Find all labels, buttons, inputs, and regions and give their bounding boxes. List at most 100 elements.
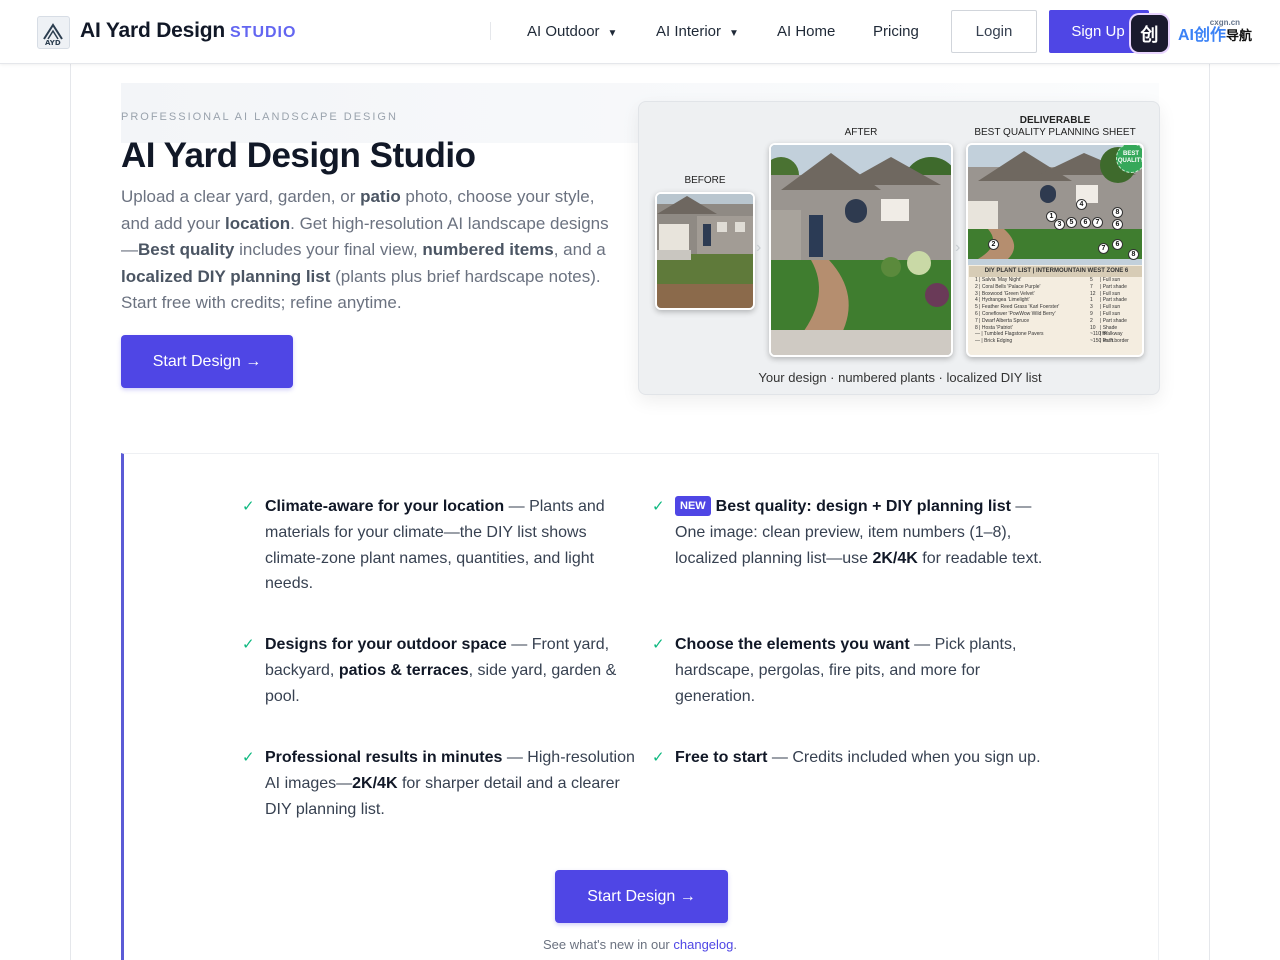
start-design-button-bottom[interactable]: Start Design → (555, 870, 728, 923)
deliverable-label: DELIVERABLE (1019, 115, 1091, 126)
body-text: , and a (553, 240, 606, 259)
plant-name: 3 | Boxwood 'Green Velvet' (975, 290, 1035, 297)
plant-name: 7 | Dwarf Alberta Spruce (975, 317, 1030, 324)
caret-down-icon: ▼ (607, 28, 618, 39)
changelog-suffix: . (733, 937, 737, 952)
changelog-link[interactable]: changelog (673, 937, 733, 952)
plant-name: 1 | Salvia 'May Night' (975, 277, 1022, 283)
plant-list-row: 5 | Feather Reed Grass 'Karl Foerster' 3 |… (969, 304, 1142, 311)
nav-divider (490, 22, 491, 40)
plant-light: | Full sun (1100, 304, 1121, 311)
numbered-pin: 6 (1112, 239, 1123, 250)
checkmark-icon: ✓ (652, 498, 665, 515)
emphasis-text: Free to start (675, 749, 768, 766)
plant-name: — | Tumbled Flagstone Pavers (975, 331, 1044, 338)
plant-list-row: 1 | Salvia 'May Night' 5 | Full sun (969, 277, 1142, 284)
after-photo (769, 143, 953, 357)
feature-item-free: ✓ Free to start — Credits included when y… (652, 745, 1050, 771)
numbered-pin: 2 (988, 239, 999, 250)
changelog-note: See what's new in our changelog. (0, 937, 1280, 952)
emphasis-text: Best quality: design + DIY planning list (715, 498, 1011, 515)
nav-badge-text: AI创作 (1178, 27, 1227, 44)
login-button[interactable]: Login (951, 10, 1037, 53)
emphasis-text: Choose the elements you want (675, 636, 910, 653)
plant-list-title: DIY PLANT LIST | INTERMOUNTAIN WEST ZONE… (969, 266, 1142, 277)
nav-pricing[interactable]: Pricing (873, 23, 919, 40)
nav-ai-interior[interactable]: AI Interior ▼ (656, 23, 739, 40)
feature-text: Designs for your outdoor space — Front y… (265, 632, 635, 709)
nav-label: AI Outdoor (527, 23, 600, 40)
nav-badge[interactable]: AI创作导航 cxgn.cn (1178, 18, 1252, 45)
plant-light: | Full sun (1100, 290, 1121, 297)
plant-quantity: 3 (1090, 304, 1093, 311)
best-quality-badge: BEST QUALITY (1116, 145, 1142, 173)
logo-icon[interactable]: AYD (37, 16, 70, 49)
plant-light: | Path border (1100, 338, 1129, 345)
deliverable-sheet: BEST QUALITY 123456786768 DIY PLANT LIST… (966, 143, 1144, 357)
plant-name: 2 | Coral Bells 'Palace Purple' (975, 283, 1041, 290)
body-text: includes your final view, (234, 240, 423, 259)
before-label: BEFORE (684, 175, 726, 186)
plant-light: | Part shade (1100, 297, 1127, 304)
chevron-right-icon: › (955, 239, 961, 256)
emphasis-text: localized DIY planning list (121, 266, 331, 286)
numbered-pin: 6 (1112, 219, 1123, 230)
feature-text: Climate-aware for your location — Plants… (265, 494, 635, 597)
emphasis-text: patio (360, 187, 401, 206)
numbered-pin: 5 (1066, 217, 1077, 228)
plant-quantity: 5 (1090, 277, 1093, 283)
plant-list-row: 4 | Hydrangea 'Limelight' 1 | Part shade (969, 297, 1142, 304)
app-badge-icon[interactable]: 创 (1131, 15, 1168, 52)
page-frame-right (1209, 64, 1210, 960)
plant-light: | Full sun (1100, 277, 1121, 283)
nav-ai-outdoor[interactable]: AI Outdoor ▼ (527, 23, 617, 40)
plant-name: — | Brick Edging (975, 338, 1013, 345)
plant-light: | Shade (1100, 324, 1118, 331)
deliverable-sub-label: BEST QUALITY PLANNING SHEET (974, 127, 1136, 138)
start-design-button[interactable]: Start Design → (121, 335, 293, 388)
plant-quantity: 10 (1090, 324, 1096, 331)
plant-list-row: 8 | Hosta 'Patriot' 10 | Shade (969, 324, 1142, 332)
feature-item-results: ✓ Professional results in minutes — High-… (242, 745, 635, 822)
hero-description: Upload a clear yard, garden, or patio ph… (121, 184, 611, 317)
brand-name[interactable]: AI Yard Design (80, 19, 225, 43)
nav-badge-domain: cxgn.cn (1209, 18, 1241, 27)
plant-light: | Part shade (1100, 283, 1127, 290)
new-badge: NEW (675, 496, 711, 516)
feature-text: Professional results in minutes — High-r… (265, 745, 635, 822)
brand-suffix: STUDIO (230, 24, 297, 41)
emphasis-text: Professional results in minutes (265, 749, 503, 766)
plant-light: | Walkway (1100, 331, 1123, 338)
hero-title: AI Yard Design Studio (121, 136, 476, 175)
emphasis-text: Best quality (138, 240, 235, 259)
plant-list-rows: 1 | Salvia 'May Night' 5 | Full sun 2 | Cor… (969, 277, 1142, 345)
numbered-pin: 7 (1098, 243, 1109, 254)
checkmark-icon: ✓ (652, 636, 665, 653)
nav-label: AI Home (777, 23, 836, 40)
emphasis-text: 2K/4K (872, 549, 918, 567)
plant-list-row: 6 | Coneflower 'PowWow Wild Berry' 9 | Ful… (969, 310, 1142, 318)
plant-name: 4 | Hydrangea 'Limelight' (975, 297, 1030, 304)
numbered-pin: 7 (1092, 217, 1103, 228)
feature-text: NEW Best quality: design + DIY planning l… (675, 494, 1050, 571)
feature-text: Choose the elements you want — Pick plan… (675, 632, 1050, 709)
checkmark-icon: ✓ (242, 498, 255, 515)
changelog-prefix: See what's new in our (542, 937, 674, 952)
plant-name: 8 | Hosta 'Patriot' (975, 324, 1013, 331)
numbered-pin: 8 (1128, 249, 1139, 260)
nav-label: Pricing (873, 23, 919, 40)
signup-label: Sign Up (1071, 23, 1125, 40)
numbered-pin: 6 (1080, 217, 1091, 228)
page-frame-left (70, 64, 71, 960)
plant-quantity: 7 (1090, 283, 1093, 290)
checkmark-icon: ✓ (242, 749, 255, 766)
numbered-pin: 8 (1112, 207, 1123, 218)
checkmark-icon: ✓ (652, 749, 665, 766)
nav-ai-home[interactable]: AI Home (777, 23, 835, 40)
plant-quantity: 9 (1090, 310, 1093, 317)
site-header: AYD AI Yard Design STUDIO AI Outdoor ▼ AI… (0, 0, 1280, 64)
nav-label: AI Interior (656, 23, 722, 40)
showcase-card: BEFORE AFTER DELIVERABLE BEST QUALITY PL… (638, 101, 1160, 395)
after-label: AFTER (844, 127, 878, 138)
plant-list-row: — | Brick Edging ~150 lin. ft. | Path bord… (969, 338, 1142, 345)
